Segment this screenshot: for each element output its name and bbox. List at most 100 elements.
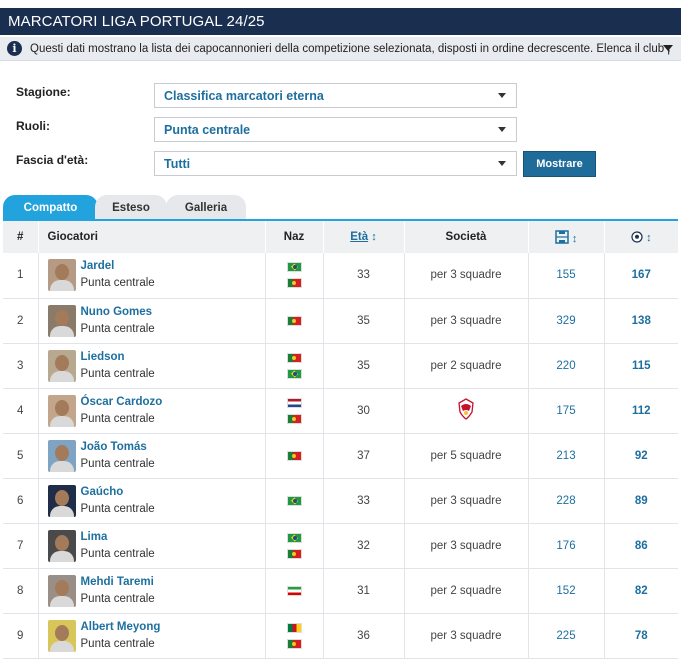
player-avatar[interactable] [47, 349, 76, 382]
col-appearances[interactable]: ↕ [528, 221, 605, 253]
player-cell: Jardel Punta centrale [38, 253, 266, 299]
club-cell: per 5 squadre [404, 433, 529, 479]
col-goals[interactable]: ↕ [604, 221, 678, 253]
goals-link[interactable]: 115 [604, 343, 678, 389]
appearances-link[interactable]: 213 [528, 433, 605, 479]
appearances-link[interactable]: 228 [528, 478, 605, 524]
club-count[interactable]: per 3 squadre [431, 540, 502, 552]
role-label: Ruoli: [16, 119, 50, 133]
sort-age-link[interactable]: Età [350, 231, 368, 243]
nationality-cell [265, 253, 324, 299]
football-icon[interactable] [631, 230, 643, 243]
show-button[interactable]: Mostrare [523, 151, 596, 177]
club-count[interactable]: per 2 squadre [431, 585, 502, 597]
col-age[interactable]: Età ↕ [323, 221, 405, 253]
benfica-crest-icon[interactable] [456, 398, 476, 420]
lineup-icon[interactable] [554, 229, 569, 244]
caret-down-icon [498, 127, 506, 132]
player-name-link[interactable]: Gaúcho [81, 484, 155, 501]
sort-arrows-icon[interactable]: ↕ [646, 232, 652, 244]
player-role: Punta centrale [80, 637, 155, 650]
sort-arrows-icon[interactable]: ↕ [572, 233, 578, 245]
player-name-link[interactable]: Óscar Cardozo [81, 394, 163, 411]
col-num: # [3, 221, 39, 253]
goals-link[interactable]: 82 [604, 568, 678, 614]
appearances-link[interactable]: 175 [528, 388, 605, 434]
goals-link[interactable]: 167 [604, 253, 678, 299]
player-cell: João Tomás Punta centrale [38, 433, 266, 479]
club-count[interactable]: per 3 squadre [431, 495, 502, 507]
club-cell [404, 388, 529, 434]
club-count[interactable]: per 3 squadre [431, 315, 502, 327]
player-name-link[interactable]: João Tomás [81, 439, 155, 456]
player-name-link[interactable]: Lima [81, 529, 155, 546]
rank: 5 [3, 433, 39, 479]
goals-link[interactable]: 112 [604, 388, 678, 434]
tab-compatto[interactable]: Compatto [3, 195, 98, 220]
goals-link[interactable]: 78 [604, 613, 678, 659]
player-avatar[interactable] [47, 529, 76, 562]
sort-arrows-icon[interactable]: ↕ [371, 231, 377, 243]
appearances-link[interactable]: 329 [528, 298, 605, 344]
club-count[interactable]: per 3 squadre [431, 630, 502, 642]
club-count[interactable]: per 5 squadre [431, 450, 502, 462]
age-cell: 35 [323, 298, 405, 344]
player-avatar[interactable] [47, 259, 76, 292]
club-count[interactable]: per 3 squadre [431, 269, 502, 281]
goals-link[interactable]: 138 [604, 298, 678, 344]
cameroon-flag [286, 622, 302, 633]
appearances-link[interactable]: 176 [528, 523, 605, 569]
season-label: Stagione: [16, 85, 71, 99]
club-cell: per 3 squadre [404, 298, 529, 344]
player-name-link[interactable]: Liedson [81, 349, 155, 366]
col-club: Società [404, 221, 529, 253]
rank: 7 [3, 523, 39, 569]
player-role: Punta centrale [80, 547, 155, 560]
nationality-cell [265, 613, 324, 659]
club-count[interactable]: per 2 squadre [431, 360, 502, 372]
caret-down-icon [498, 93, 506, 98]
goals-link[interactable]: 86 [604, 523, 678, 569]
tab-esteso[interactable]: Esteso [95, 195, 167, 220]
age-cell: 33 [323, 253, 405, 299]
age-cell: 35 [323, 343, 405, 389]
col-player: Giocatori [38, 221, 266, 253]
table-row: 2 Nuno Gomes Punta centrale 35 per 3 squ… [3, 298, 678, 344]
appearances-link[interactable]: 155 [528, 253, 605, 299]
player-avatar[interactable] [47, 574, 76, 607]
top-strip [0, 0, 681, 8]
season-select[interactable]: Classifica marcatori eterna [154, 83, 517, 108]
appearances-link[interactable]: 220 [528, 343, 605, 389]
nationality-cell [265, 433, 324, 479]
nationality-cell [265, 343, 324, 389]
player-name-link[interactable]: Albert Meyong [81, 619, 161, 636]
appearances-link[interactable]: 152 [528, 568, 605, 614]
appearances-link[interactable]: 225 [528, 613, 605, 659]
age-select[interactable]: Tutti [154, 151, 517, 176]
goals-link[interactable]: 89 [604, 478, 678, 524]
player-avatar[interactable] [47, 304, 76, 337]
portugal-flag [286, 638, 302, 649]
player-avatar[interactable] [47, 394, 76, 427]
tab-galleria[interactable]: Galleria [166, 195, 246, 220]
player-role: Punta centrale [80, 457, 155, 470]
player-name-link[interactable]: Nuno Gomes [81, 304, 155, 321]
table-row: 3 Liedson Punta centrale 35 per 2 squadr… [3, 343, 678, 389]
player-avatar[interactable] [47, 484, 76, 517]
info-bar[interactable]: i Questi dati mostrano la lista dei capo… [0, 37, 681, 61]
scorers-table: # Giocatori Naz Età ↕ Società ↕ ↕ 1 Jard… [3, 221, 678, 659]
player-name-link[interactable]: Mehdi Taremi [81, 574, 155, 591]
goals-link[interactable]: 92 [604, 433, 678, 479]
rank: 9 [3, 613, 39, 659]
role-select[interactable]: Punta centrale [154, 117, 517, 142]
nationality-cell [265, 478, 324, 524]
player-avatar[interactable] [47, 619, 76, 652]
player-role: Punta centrale [80, 502, 155, 515]
club-cell: per 3 squadre [404, 253, 529, 299]
player-name-link[interactable]: Jardel [81, 258, 155, 275]
rank: 8 [3, 568, 39, 614]
player-avatar[interactable] [47, 439, 76, 472]
chevron-down-icon[interactable] [663, 45, 673, 51]
player-cell: Óscar Cardozo Punta centrale [38, 388, 266, 434]
nationality-cell [265, 298, 324, 344]
